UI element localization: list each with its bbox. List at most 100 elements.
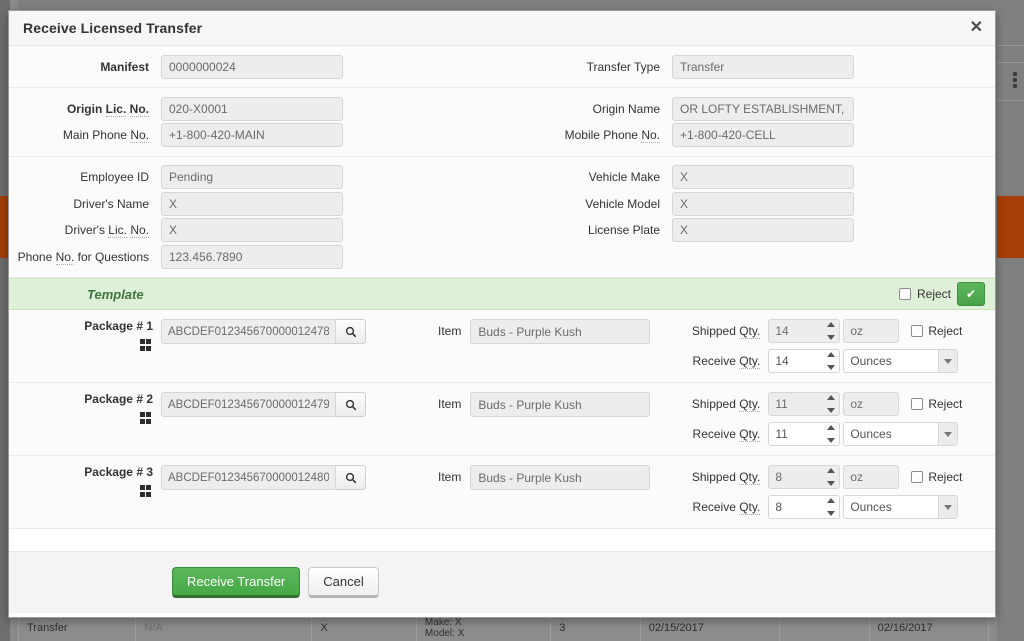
package-tag-group: [161, 319, 366, 344]
phone-no-for-questions-input[interactable]: [161, 244, 343, 269]
background-divider: [997, 100, 1024, 101]
form-col-left: Manifest: [9, 52, 502, 81]
shipped-qty-line: Shipped Qty. Reject: [688, 392, 962, 416]
mobile-phone-no-input[interactable]: [672, 123, 854, 147]
origin-lic-no-input[interactable]: [161, 96, 343, 121]
receive-uom-select[interactable]: Ounces: [843, 495, 959, 519]
field-label: Transfer Type: [586, 59, 660, 74]
package-item-group: Item: [438, 392, 651, 417]
bg-cell-date-2: 02/16/2017: [868, 615, 988, 641]
field-transfer-type: Transfer Type: [502, 54, 995, 79]
package-reject-checkbox[interactable]: [911, 471, 924, 483]
template-reject-checkbox[interactable]: [898, 288, 911, 300]
receive-transfer-button[interactable]: Receive Transfer: [172, 567, 301, 598]
template-reject-label: Reject: [916, 287, 951, 301]
spinner-icon[interactable]: [827, 498, 836, 516]
field-label: Driver's Name: [73, 196, 149, 211]
package-tag-group: [161, 465, 366, 490]
spinner-icon[interactable]: [827, 425, 836, 443]
receive-qty-stepper[interactable]: [768, 495, 841, 519]
field-label: Vehicle Model: [585, 196, 660, 211]
field-vehicle-model: Vehicle Model: [502, 191, 995, 216]
receive-qty-stepper[interactable]: [768, 422, 841, 446]
spinner-icon[interactable]: [827, 322, 836, 340]
receive-uom-select[interactable]: Ounces: [843, 422, 959, 446]
chevron-down-icon[interactable]: [938, 423, 958, 445]
package-number-label: Package # 2: [84, 392, 153, 406]
license-plate-input[interactable]: [672, 218, 854, 242]
receive-qty-line: Receive Qty. Ounces: [688, 495, 962, 519]
shipped-qty-stepper[interactable]: [768, 465, 841, 489]
drivers-lic-no-input[interactable]: [161, 218, 343, 242]
main-phone-no-input[interactable]: [161, 123, 343, 147]
vehicle-make-input[interactable]: [672, 165, 854, 189]
field-license-plate: License Plate: [502, 218, 995, 242]
cancel-button[interactable]: Cancel: [308, 567, 379, 598]
field-label: Origin Name: [592, 101, 660, 116]
shipped-qty-line: Shipped Qty. Reject: [688, 319, 962, 343]
package-grid-icon[interactable]: [139, 412, 151, 424]
manifest-input[interactable]: [161, 54, 343, 79]
shipped-qty-line: Shipped Qty. Reject: [688, 465, 962, 489]
search-icon[interactable]: [336, 465, 366, 490]
field-label: Main Phone No.: [62, 128, 149, 143]
screen: Transfer N/A X Make: X Model: X 3 02/15/…: [0, 0, 1024, 641]
search-icon[interactable]: [336, 392, 366, 417]
package-item-label: Item: [438, 324, 462, 338]
receive-qty-stepper[interactable]: [768, 349, 841, 373]
spinner-icon[interactable]: [827, 395, 836, 413]
shipped-qty-stepper[interactable]: [768, 392, 841, 416]
package-reject-group: Reject: [911, 392, 962, 416]
package-number-block: Package # 2: [9, 392, 161, 424]
package-reject-checkbox[interactable]: [911, 398, 924, 410]
package-item-input[interactable]: [470, 319, 651, 344]
shipped-qty-stepper[interactable]: [768, 319, 841, 343]
package-item-group: Item: [438, 319, 651, 344]
receive-uom-select[interactable]: Ounces: [843, 349, 959, 373]
package-reject-checkbox[interactable]: [911, 325, 924, 337]
shipped-uom-input[interactable]: [843, 465, 900, 489]
package-tag-input[interactable]: [161, 465, 336, 490]
package-grid-icon[interactable]: [139, 339, 151, 351]
form-row: Origin Lic. No. Main Phone No. Origin Na…: [9, 88, 995, 157]
package-number-block: Package # 1: [9, 319, 161, 351]
shipped-qty-label: Shipped Qty.: [691, 397, 761, 412]
bg-cell-end: [987, 615, 997, 641]
shipped-qty-label: Shipped Qty.: [691, 470, 761, 485]
origin-name-input[interactable]: [672, 96, 854, 121]
package-tag-group: [161, 392, 366, 417]
form-row: Employee ID Driver's Name Driver's Lic. …: [9, 156, 995, 278]
chevron-down-icon[interactable]: [938, 350, 958, 372]
template-label: Template: [87, 286, 144, 302]
package-grid-icon[interactable]: [139, 485, 151, 497]
dialog-title: Receive Licensed Transfer: [23, 20, 203, 36]
bg-vehicle-make: Make: X: [424, 616, 462, 628]
drivers-name-input[interactable]: [161, 191, 343, 216]
form-col-right: Transfer Type: [502, 52, 995, 81]
spinner-icon[interactable]: [827, 468, 836, 486]
package-row: Package # 2 Item: [9, 383, 995, 456]
close-icon[interactable]: ✕: [970, 20, 983, 36]
check-icon[interactable]: ✔: [957, 282, 985, 306]
package-tag-input[interactable]: [161, 392, 336, 417]
chevron-down-icon[interactable]: [938, 496, 958, 518]
vehicle-model-input[interactable]: [672, 191, 854, 216]
shipped-uom-input[interactable]: [843, 392, 900, 416]
package-tag-input[interactable]: [161, 319, 336, 344]
package-item-label: Item: [438, 470, 462, 484]
spinner-icon[interactable]: [827, 352, 836, 370]
search-icon[interactable]: [336, 319, 366, 344]
field-label: Origin Lic. No.: [66, 101, 149, 117]
employee-id-input[interactable]: [161, 165, 343, 189]
package-reject-group: Reject: [911, 319, 962, 343]
package-item-input[interactable]: [470, 465, 651, 490]
shipped-uom-input[interactable]: [843, 319, 900, 343]
overflow-menu-icon[interactable]: [1013, 72, 1017, 88]
field-label: License Plate: [587, 223, 660, 237]
package-item-input[interactable]: [470, 392, 651, 417]
bg-cell-blank: [779, 615, 869, 641]
receive-uom-value: Ounces: [850, 427, 892, 441]
receive-qty-line: Receive Qty. Ounces: [688, 422, 962, 446]
field-origin-name: Origin Name: [502, 96, 995, 121]
transfer-type-input[interactable]: [672, 54, 854, 79]
